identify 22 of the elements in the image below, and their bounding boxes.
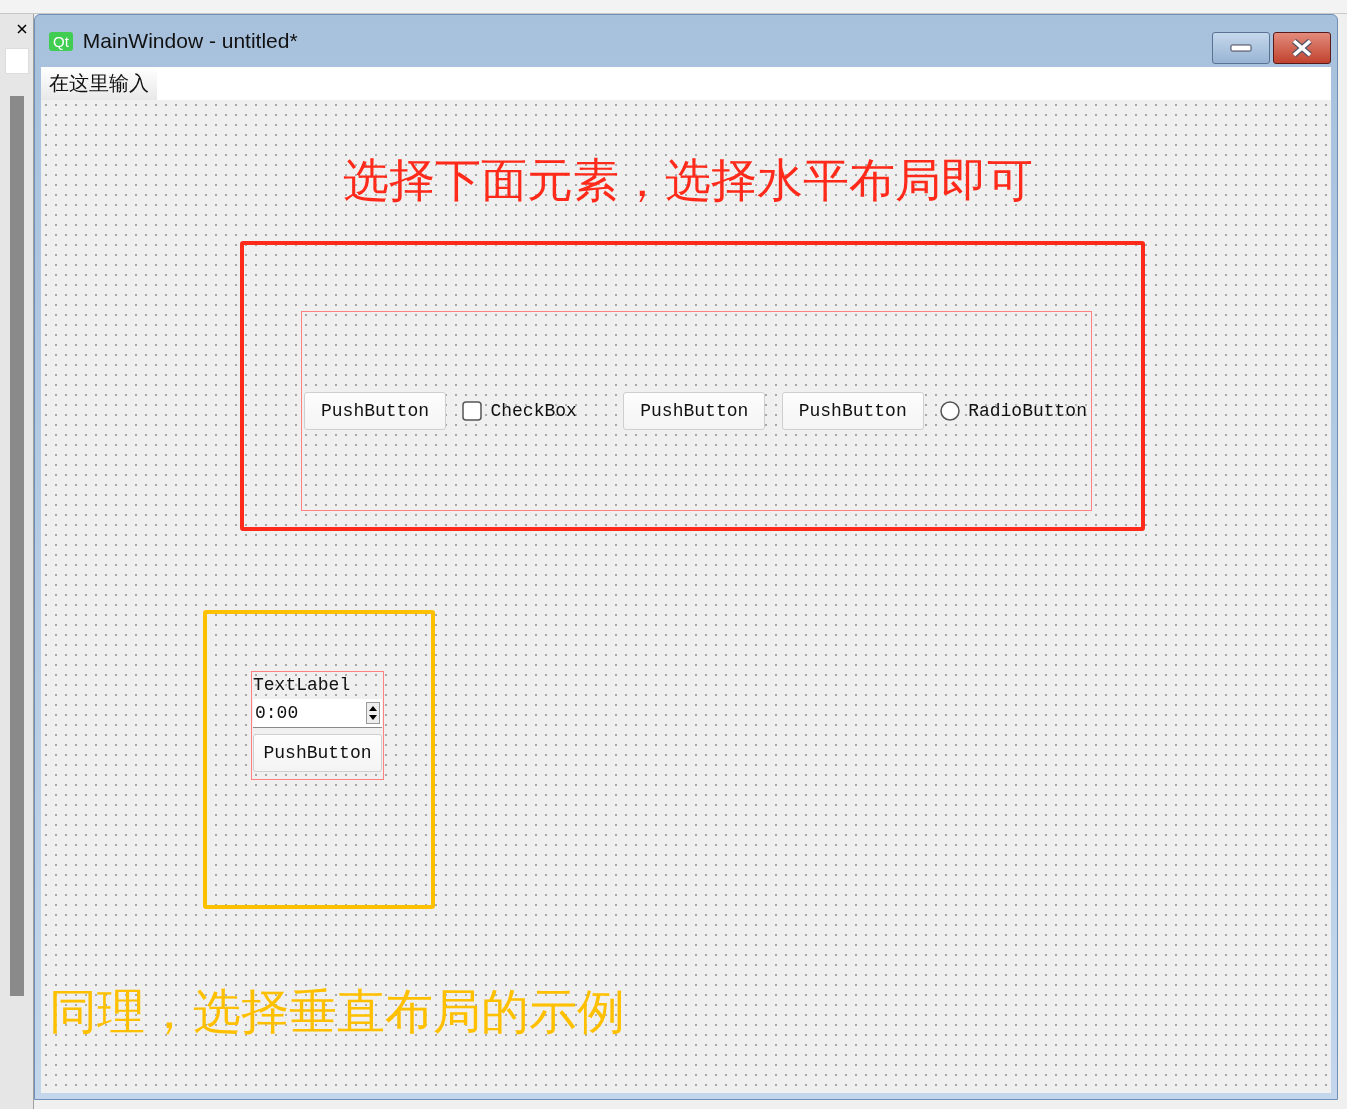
panel-field[interactable] — [4, 48, 29, 74]
minimize-icon — [1230, 44, 1252, 52]
push-button[interactable]: PushButton — [781, 392, 924, 430]
radio-button[interactable] — [940, 401, 961, 421]
close-icon — [1291, 39, 1313, 57]
push-button[interactable]: PushButton — [623, 392, 766, 430]
push-button[interactable]: PushButton — [253, 734, 382, 772]
time-edit-field[interactable]: 0:00 — [253, 699, 382, 728]
annotation-text: 同理，选择垂直布局的示例 — [49, 982, 625, 1041]
text-label: TextLabel — [253, 674, 352, 697]
annotation-text: 选择下面元素，选择水平布局即可 — [343, 152, 1033, 209]
minimize-button[interactable] — [1212, 32, 1270, 64]
close-icon[interactable] — [17, 24, 27, 34]
checkbox-label: CheckBox — [490, 401, 577, 421]
close-button[interactable] — [1273, 32, 1331, 64]
checkbox[interactable] — [462, 401, 483, 421]
push-button[interactable]: PushButton — [304, 392, 447, 430]
radio-label: RadioButton — [968, 401, 1087, 421]
spin-arrows-icon[interactable] — [366, 702, 380, 724]
app-logo: Qt — [49, 31, 73, 51]
window-title: MainWindow - untitled* — [82, 29, 299, 53]
scrollbar[interactable] — [9, 96, 24, 996]
